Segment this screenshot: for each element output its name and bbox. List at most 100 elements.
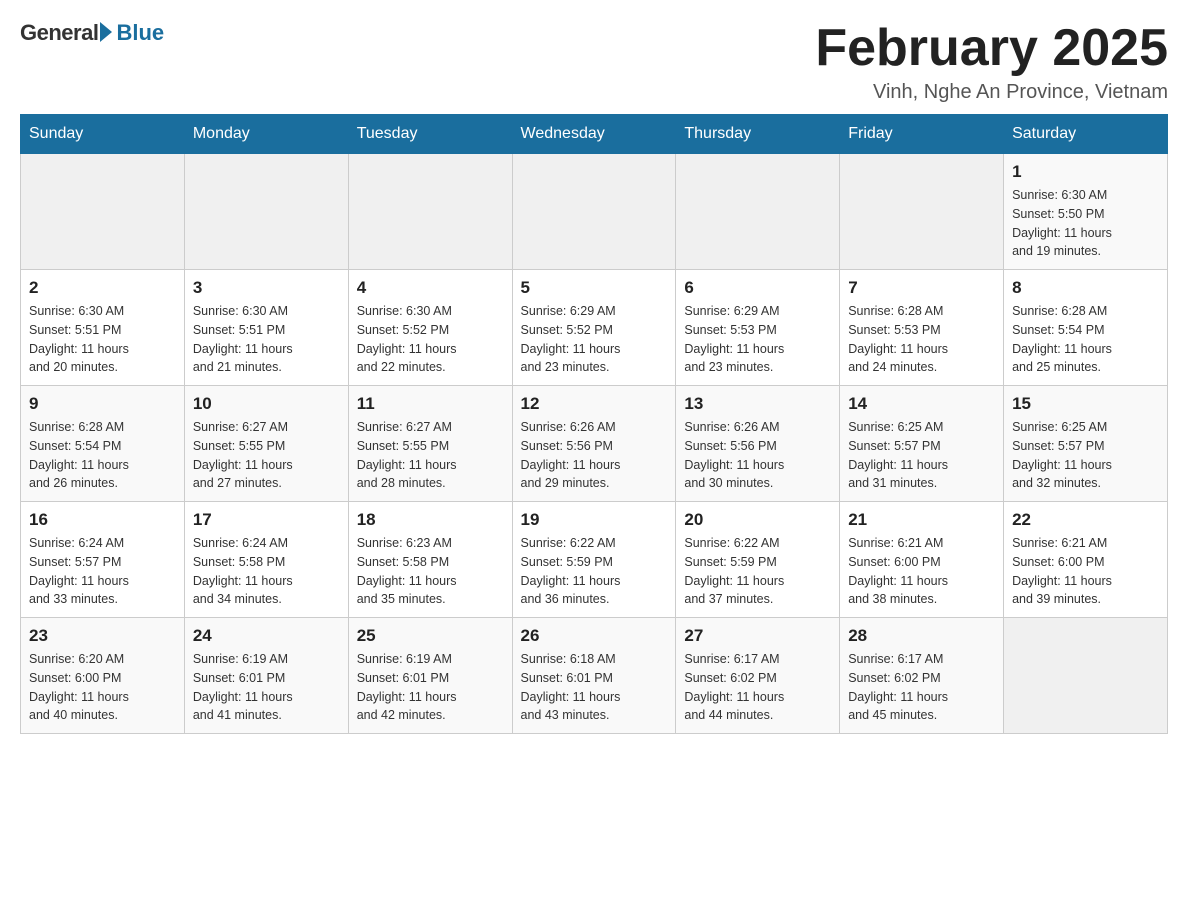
day-number: 28 [848,626,995,646]
day-info: Sunrise: 6:30 AMSunset: 5:51 PMDaylight:… [193,302,340,377]
column-header-thursday: Thursday [676,115,840,154]
day-info: Sunrise: 6:26 AMSunset: 5:56 PMDaylight:… [684,418,831,493]
week-row-2: 2Sunrise: 6:30 AMSunset: 5:51 PMDaylight… [21,270,1168,386]
calendar-cell: 27 Sunrise: 6:17 AMSunset: 6:02 PMDayligh… [676,618,840,734]
day-number: 10 [193,394,340,414]
day-info: Sunrise: 6:23 AMSunset: 5:58 PMDaylight:… [357,534,504,609]
day-info: Sunrise: 6:24 AMSunset: 5:58 PMDaylight:… [193,534,340,609]
page-header: General Blue February 2025 Vinh, Nghe An… [20,20,1168,104]
calendar-cell: 7 Sunrise: 6:28 AMSunset: 5:53 PMDaylight… [840,270,1004,386]
column-header-sunday: Sunday [21,115,185,154]
day-info: Sunrise: 6:17 AMSunset: 6:02 PMDaylight:… [684,650,831,725]
day-info: Sunrise: 6:18 AMSunset: 6:01 PMDaylight:… [521,650,668,725]
month-title: February 2025 [815,20,1168,77]
day-number: 5 [521,278,668,298]
calendar-cell [1004,618,1168,734]
logo: General Blue [20,20,164,46]
day-info: Sunrise: 6:19 AMSunset: 6:01 PMDaylight:… [357,650,504,725]
calendar-cell: 20 Sunrise: 6:22 AMSunset: 5:59 PMDayligh… [676,502,840,618]
day-number: 3 [193,278,340,298]
calendar-table: SundayMondayTuesdayWednesdayThursdayFrid… [20,114,1168,734]
week-row-3: 9 Sunrise: 6:28 AMSunset: 5:54 PMDaylight… [21,386,1168,502]
day-info: Sunrise: 6:22 AMSunset: 5:59 PMDaylight:… [684,534,831,609]
calendar-cell: 26 Sunrise: 6:18 AMSunset: 6:01 PMDayligh… [512,618,676,734]
calendar-header-row: SundayMondayTuesdayWednesdayThursdayFrid… [21,115,1168,154]
column-header-saturday: Saturday [1004,115,1168,154]
calendar-cell: 4 Sunrise: 6:30 AMSunset: 5:52 PMDaylight… [348,270,512,386]
calendar-cell: 8Sunrise: 6:28 AMSunset: 5:54 PMDaylight… [1004,270,1168,386]
day-info: Sunrise: 6:28 AMSunset: 5:54 PMDaylight:… [29,418,176,493]
calendar-cell: 18 Sunrise: 6:23 AMSunset: 5:58 PMDayligh… [348,502,512,618]
day-info: Sunrise: 6:30 AMSunset: 5:50 PMDaylight:… [1012,186,1159,261]
day-info: Sunrise: 6:26 AMSunset: 5:56 PMDaylight:… [521,418,668,493]
title-block: February 2025 Vinh, Nghe An Province, Vi… [815,20,1168,104]
calendar-cell [184,154,348,270]
day-info: Sunrise: 6:25 AMSunset: 5:57 PMDaylight:… [1012,418,1159,493]
day-number: 20 [684,510,831,530]
day-info: Sunrise: 6:22 AMSunset: 5:59 PMDaylight:… [521,534,668,609]
day-number: 6 [684,278,831,298]
column-header-tuesday: Tuesday [348,115,512,154]
day-number: 27 [684,626,831,646]
day-number: 12 [521,394,668,414]
day-info: Sunrise: 6:27 AMSunset: 5:55 PMDaylight:… [193,418,340,493]
day-number: 11 [357,394,504,414]
week-row-1: 1 Sunrise: 6:30 AMSunset: 5:50 PMDaylight… [21,154,1168,270]
column-header-monday: Monday [184,115,348,154]
calendar-cell: 22Sunrise: 6:21 AMSunset: 6:00 PMDayligh… [1004,502,1168,618]
location-text: Vinh, Nghe An Province, Vietnam [815,81,1168,104]
day-info: Sunrise: 6:30 AMSunset: 5:51 PMDaylight:… [29,302,176,377]
day-number: 16 [29,510,176,530]
day-number: 8 [1012,278,1159,298]
calendar-cell: 2Sunrise: 6:30 AMSunset: 5:51 PMDaylight… [21,270,185,386]
calendar-cell: 13 Sunrise: 6:26 AMSunset: 5:56 PMDayligh… [676,386,840,502]
calendar-cell: 28 Sunrise: 6:17 AMSunset: 6:02 PMDayligh… [840,618,1004,734]
week-row-4: 16 Sunrise: 6:24 AMSunset: 5:57 PMDayligh… [21,502,1168,618]
calendar-cell [512,154,676,270]
day-number: 15 [1012,394,1159,414]
day-number: 1 [1012,162,1159,182]
calendar-cell: 14Sunrise: 6:25 AMSunset: 5:57 PMDayligh… [840,386,1004,502]
day-info: Sunrise: 6:30 AMSunset: 5:52 PMDaylight:… [357,302,504,377]
calendar-cell: 17 Sunrise: 6:24 AMSunset: 5:58 PMDayligh… [184,502,348,618]
column-header-friday: Friday [840,115,1004,154]
logo-blue-text: Blue [116,20,164,46]
day-number: 17 [193,510,340,530]
day-info: Sunrise: 6:19 AMSunset: 6:01 PMDaylight:… [193,650,340,725]
day-info: Sunrise: 6:28 AMSunset: 5:53 PMDaylight:… [848,302,995,377]
calendar-cell [676,154,840,270]
calendar-cell: 15 Sunrise: 6:25 AMSunset: 5:57 PMDayligh… [1004,386,1168,502]
day-info: Sunrise: 6:21 AMSunset: 6:00 PMDaylight:… [848,534,995,609]
day-number: 24 [193,626,340,646]
calendar-cell: 9 Sunrise: 6:28 AMSunset: 5:54 PMDaylight… [21,386,185,502]
calendar-cell: 1 Sunrise: 6:30 AMSunset: 5:50 PMDaylight… [1004,154,1168,270]
day-number: 4 [357,278,504,298]
day-info: Sunrise: 6:29 AMSunset: 5:53 PMDaylight:… [684,302,831,377]
day-info: Sunrise: 6:17 AMSunset: 6:02 PMDaylight:… [848,650,995,725]
day-number: 19 [521,510,668,530]
logo-general-text: General [20,20,98,46]
calendar-cell: 19 Sunrise: 6:22 AMSunset: 5:59 PMDayligh… [512,502,676,618]
day-number: 13 [684,394,831,414]
calendar-cell [348,154,512,270]
day-info: Sunrise: 6:29 AMSunset: 5:52 PMDaylight:… [521,302,668,377]
day-info: Sunrise: 6:24 AMSunset: 5:57 PMDaylight:… [29,534,176,609]
calendar-cell: 12 Sunrise: 6:26 AMSunset: 5:56 PMDayligh… [512,386,676,502]
day-number: 18 [357,510,504,530]
calendar-cell: 10 Sunrise: 6:27 AMSunset: 5:55 PMDayligh… [184,386,348,502]
calendar-cell: 6 Sunrise: 6:29 AMSunset: 5:53 PMDaylight… [676,270,840,386]
day-number: 9 [29,394,176,414]
calendar-cell: 3 Sunrise: 6:30 AMSunset: 5:51 PMDaylight… [184,270,348,386]
day-info: Sunrise: 6:27 AMSunset: 5:55 PMDaylight:… [357,418,504,493]
week-row-5: 23Sunrise: 6:20 AMSunset: 6:00 PMDayligh… [21,618,1168,734]
calendar-cell: 25Sunrise: 6:19 AMSunset: 6:01 PMDayligh… [348,618,512,734]
logo-arrow-icon [100,22,112,42]
day-number: 21 [848,510,995,530]
day-info: Sunrise: 6:20 AMSunset: 6:00 PMDaylight:… [29,650,176,725]
calendar-cell [840,154,1004,270]
day-info: Sunrise: 6:21 AMSunset: 6:00 PMDaylight:… [1012,534,1159,609]
day-number: 7 [848,278,995,298]
day-number: 26 [521,626,668,646]
calendar-cell: 23Sunrise: 6:20 AMSunset: 6:00 PMDayligh… [21,618,185,734]
calendar-cell: 5 Sunrise: 6:29 AMSunset: 5:52 PMDaylight… [512,270,676,386]
